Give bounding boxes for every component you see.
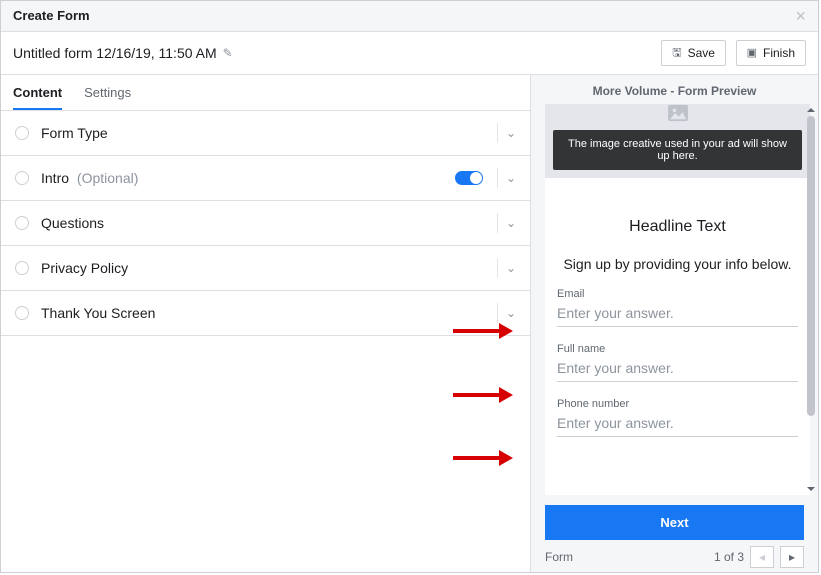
form-name[interactable]: Untitled form 12/16/19, 11:50 AM ✎: [13, 45, 233, 61]
field-label: Full name: [557, 343, 798, 355]
annotation-arrow: [453, 391, 513, 399]
dialog-title: Create Form: [13, 1, 90, 31]
pager-prev-button[interactable]: ◂: [750, 546, 774, 568]
form-name-text: Untitled form 12/16/19, 11:50 AM: [13, 45, 217, 61]
bullet-icon: [15, 216, 29, 230]
header-actions: 🖫 Save ▣ Finish: [655, 40, 806, 66]
bullet-icon: [15, 171, 29, 185]
tab-content[interactable]: Content: [13, 75, 62, 110]
scroll-up-icon[interactable]: [807, 104, 815, 112]
section-questions[interactable]: Questions ⌄: [1, 201, 530, 246]
preview-pane: More Volume - Form Preview The image cre…: [530, 75, 818, 572]
edit-name-icon[interactable]: ✎: [223, 46, 233, 60]
field-label: Phone number: [557, 398, 798, 410]
fullname-input[interactable]: [557, 355, 798, 382]
intro-toggle[interactable]: [455, 171, 483, 185]
field-email: Email: [557, 288, 798, 327]
image-icon: [545, 104, 810, 130]
save-icon: 🖫: [672, 42, 681, 64]
phone-content: Headline Text Sign up by providing your …: [545, 178, 810, 495]
preview-title: More Volume - Form Preview: [531, 84, 818, 98]
preview-card: The image creative used in your ad will …: [545, 104, 810, 495]
section-label: Questions: [41, 215, 493, 231]
chevron-down-icon: ⌄: [506, 171, 516, 185]
section-form-type[interactable]: Form Type ⌄: [1, 111, 530, 156]
close-icon[interactable]: ×: [795, 7, 806, 25]
pager-next-button[interactable]: ▸: [780, 546, 804, 568]
section-list: Form Type ⌄ Intro (Optional) ⌄: [1, 111, 530, 336]
tabs: Content Settings: [1, 75, 530, 111]
left-pane: Content Settings Form Type ⌄ Intro (Opti…: [1, 75, 530, 572]
tab-settings[interactable]: Settings: [84, 75, 131, 110]
save-button-label: Save: [688, 42, 715, 64]
pager-label: Form: [545, 550, 573, 564]
section-privacy-policy[interactable]: Privacy Policy ⌄: [1, 246, 530, 291]
chevron-down-icon: ⌄: [506, 126, 516, 140]
chevron-down-icon: ⌄: [506, 216, 516, 230]
dialog-titlebar: Create Form ×: [1, 1, 818, 32]
annotation-arrow: [453, 327, 513, 335]
section-label: Privacy Policy: [41, 260, 493, 276]
creative-note: The image creative used in your ad will …: [553, 130, 802, 170]
form-name-bar: Untitled form 12/16/19, 11:50 AM ✎ 🖫 Sav…: [1, 32, 818, 75]
section-intro[interactable]: Intro (Optional) ⌄: [1, 156, 530, 201]
finish-button-label: Finish: [763, 42, 795, 64]
preview-next-button[interactable]: Next: [545, 505, 804, 540]
creative-placeholder: The image creative used in your ad will …: [545, 104, 810, 178]
finish-icon: ▣: [747, 42, 757, 64]
finish-button[interactable]: ▣ Finish: [736, 40, 806, 66]
pager-position: 1 of 3: [714, 550, 744, 564]
preview-headline: Headline Text: [557, 218, 798, 236]
preview-subline: Sign up by providing your info below.: [557, 256, 798, 272]
section-label: Thank You Screen: [41, 305, 493, 321]
preview-wrap: The image creative used in your ad will …: [531, 104, 818, 495]
bullet-icon: [15, 306, 29, 320]
phone-input[interactable]: [557, 410, 798, 437]
preview-pager: Form 1 of 3 ◂ ▸: [531, 540, 818, 572]
field-phone: Phone number: [557, 398, 798, 437]
create-form-dialog: Create Form × Untitled form 12/16/19, 11…: [0, 0, 819, 573]
field-label: Email: [557, 288, 798, 300]
chevron-down-icon: ⌄: [506, 306, 516, 320]
section-label: Intro (Optional): [41, 170, 455, 186]
content-area: Content Settings Form Type ⌄ Intro (Opti…: [1, 75, 818, 572]
save-button[interactable]: 🖫 Save: [661, 40, 726, 66]
field-fullname: Full name: [557, 343, 798, 382]
scroll-thumb[interactable]: [807, 116, 815, 416]
section-thank-you[interactable]: Thank You Screen ⌄: [1, 291, 530, 336]
bullet-icon: [15, 261, 29, 275]
bullet-icon: [15, 126, 29, 140]
annotation-arrow: [453, 454, 513, 462]
section-label: Form Type: [41, 125, 493, 141]
preview-scrollbar[interactable]: [806, 104, 816, 495]
chevron-down-icon: ⌄: [506, 261, 516, 275]
scroll-down-icon[interactable]: [807, 487, 815, 495]
email-input[interactable]: [557, 300, 798, 327]
